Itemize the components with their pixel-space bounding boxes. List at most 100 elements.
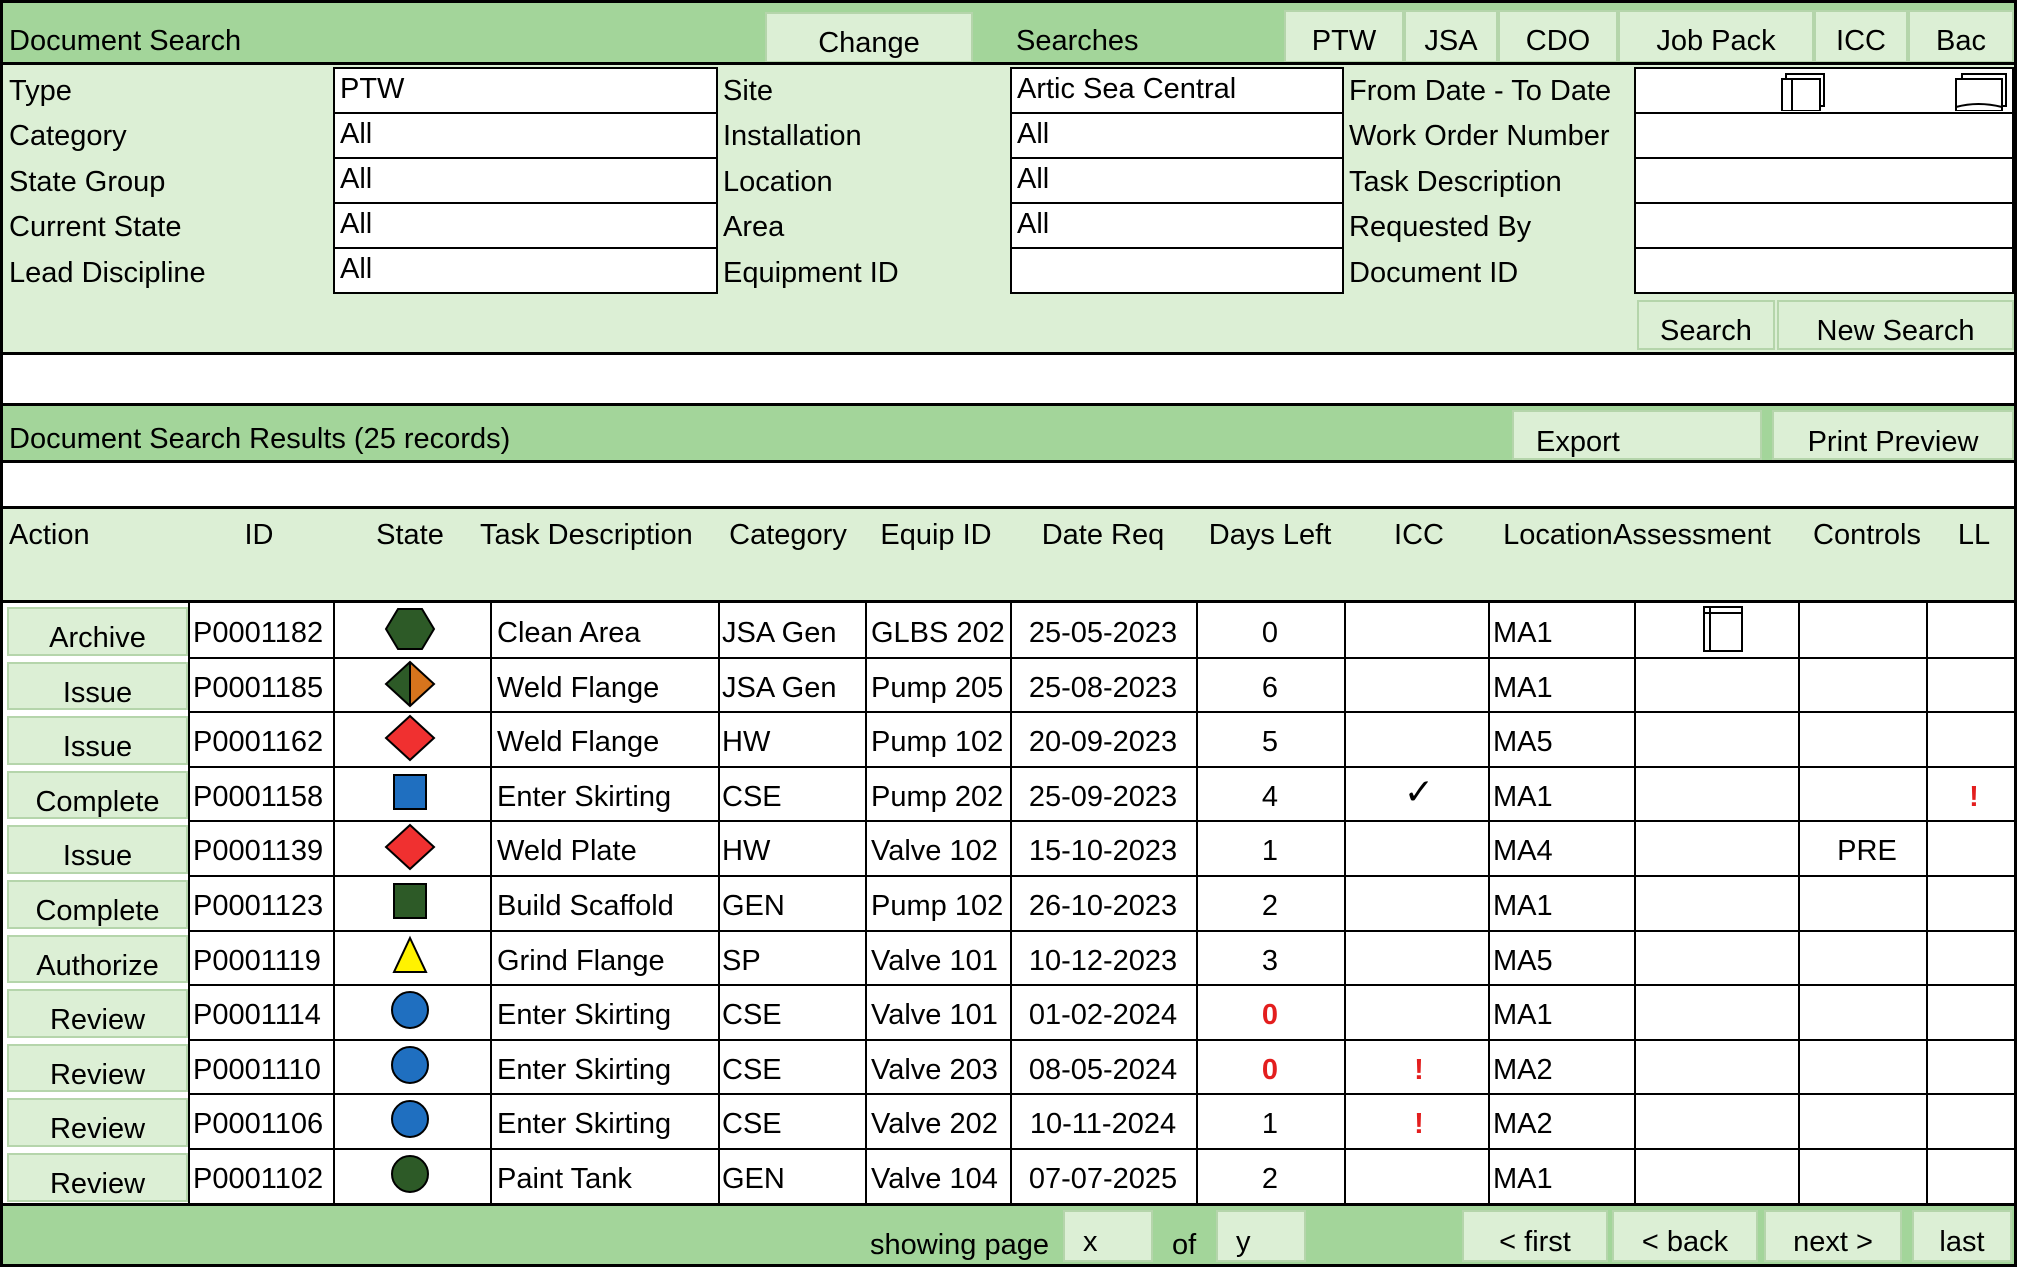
cell-location: MA1 <box>1493 1163 1553 1195</box>
action-button[interactable]: Archive <box>7 607 188 656</box>
table-row[interactable]: Archive P0001182 Clean Area JSA Gen GLBS 202… <box>0 603 2017 660</box>
table-row[interactable]: Complete P0001158 Enter Skirting CSE Pump 20… <box>0 766 2017 823</box>
tab-ptw[interactable]: PTW <box>1284 10 1404 63</box>
to-date-calendar-icon[interactable] <box>1954 71 2010 111</box>
table-row[interactable]: Review P0001114 Enter Skirting CSE Valve 101… <box>0 985 2017 1041</box>
action-button[interactable]: Issue <box>7 716 188 765</box>
cell-equip-id: Valve 202 <box>871 1108 998 1141</box>
column-header-assessment[interactable]: Assessment <box>1592 519 1792 552</box>
tab-job-pack[interactable]: Job Pack <box>1618 10 1814 63</box>
tab-cdo[interactable]: CDO <box>1498 10 1618 63</box>
search-button[interactable]: Search <box>1637 300 1775 350</box>
table-row[interactable]: Issue P0001139 Weld Plate HW Valve 102 15-10-… <box>0 821 2017 877</box>
column-divider <box>1634 985 1636 1040</box>
cell-date-req: 15-10-2023 <box>1028 835 1178 868</box>
action-button[interactable]: Review <box>7 1098 188 1147</box>
column-header-action[interactable]: Action <box>9 519 90 552</box>
column-divider <box>333 1149 335 1204</box>
column-header-ll[interactable]: LL <box>1874 519 2017 552</box>
change-button[interactable]: Change <box>765 12 973 63</box>
column-divider <box>1488 930 1490 986</box>
action-button[interactable]: Complete <box>7 880 188 929</box>
back-page-button[interactable]: < back <box>1612 1210 1758 1262</box>
column-divider <box>865 766 867 822</box>
table-row[interactable]: Issue P0001185 Weld Flange JSA Gen Pump 205 2… <box>0 657 2017 714</box>
cell-category: CSE <box>722 1108 782 1141</box>
state-group-field[interactable]: All <box>333 157 718 204</box>
action-button[interactable]: Review <box>7 989 188 1038</box>
current-state-field[interactable]: All <box>333 202 718 249</box>
column-divider <box>1798 603 1800 658</box>
location-field[interactable]: All <box>1010 157 1344 204</box>
print-preview-button[interactable]: Print Preview <box>1772 410 2014 460</box>
column-divider <box>188 657 190 713</box>
cell-location: MA1 <box>1493 617 1553 649</box>
tab-back[interactable]: Bac <box>1908 10 2014 63</box>
next-page-button[interactable]: next > <box>1764 1210 1902 1262</box>
table-row[interactable]: Review P0001106 Enter Skirting CSE Valve 202… <box>0 1094 2017 1150</box>
table-row[interactable]: Complete P0001123 Build Scaffold GEN Pump 10… <box>0 876 2017 932</box>
page-current-field[interactable]: x <box>1063 1210 1153 1262</box>
installation-field[interactable]: All <box>1010 112 1344 159</box>
state-triangle-icon <box>380 932 440 987</box>
cell-task-description: Clean Area <box>497 617 641 649</box>
cell-task-description: Weld Plate <box>497 835 637 868</box>
column-divider <box>188 930 190 986</box>
requested-by-field[interactable] <box>1634 202 2014 249</box>
site-field[interactable]: Artic Sea Central <box>1010 67 1344 114</box>
searches-label: Searches <box>1016 25 1139 57</box>
column-divider <box>490 766 492 822</box>
column-divider <box>333 1094 335 1149</box>
column-divider <box>865 1094 867 1149</box>
column-divider <box>718 876 720 931</box>
column-divider <box>1634 876 1636 931</box>
lead-discipline-label: Lead Discipline <box>9 257 206 289</box>
category-field[interactable]: All <box>333 112 718 159</box>
cell-id: P0001123 <box>193 890 324 922</box>
work-order-field[interactable] <box>1634 112 2014 159</box>
tab-icc[interactable]: ICC <box>1814 10 1908 63</box>
column-divider <box>490 930 492 986</box>
export-button[interactable]: Export <box>1512 410 1762 460</box>
action-button[interactable]: Review <box>7 1153 188 1202</box>
equipment-id-field[interactable] <box>1010 247 1344 294</box>
cell-location: MA4 <box>1493 835 1553 868</box>
column-divider <box>865 603 867 658</box>
cell-equip-id: Pump 202 <box>871 780 1004 813</box>
tab-jsa[interactable]: JSA <box>1404 10 1498 63</box>
column-divider <box>718 712 720 767</box>
column-divider <box>1926 876 1928 931</box>
column-divider <box>1010 603 1012 658</box>
table-row[interactable]: Issue P0001162 Weld Flange HW Pump 102 20-09-… <box>0 712 2017 768</box>
date-range-field[interactable] <box>1634 67 2014 114</box>
assessment-document-icon[interactable] <box>1700 603 1746 660</box>
first-page-button[interactable]: < first <box>1462 1210 1608 1262</box>
spacer-strip <box>3 463 2014 506</box>
cell-days-left: 6 <box>1261 671 1279 704</box>
column-divider <box>1798 657 1800 713</box>
document-id-field[interactable] <box>1634 247 2014 294</box>
state-circle-icon <box>380 1041 440 1096</box>
action-button[interactable]: Issue <box>7 661 188 711</box>
cell-id: P0001119 <box>193 944 321 977</box>
action-button[interactable]: Review <box>7 1043 188 1093</box>
column-divider <box>1488 712 1490 767</box>
action-button[interactable]: Issue <box>7 825 188 874</box>
task-description-field[interactable] <box>1634 157 2014 204</box>
installation-label: Installation <box>723 120 862 152</box>
area-field[interactable]: All <box>1010 202 1344 249</box>
cell-location: MA1 <box>1493 671 1553 704</box>
column-divider <box>1926 603 1928 658</box>
lead-discipline-field[interactable]: All <box>333 247 718 294</box>
table-row[interactable]: Authorize P0001119 Grind Flange SP Valve 101… <box>0 930 2017 987</box>
action-button[interactable]: Complete <box>7 770 188 820</box>
table-row[interactable]: Review P0001110 Enter Skirting CSE Valve 203… <box>0 1039 2017 1096</box>
column-header-task-description[interactable]: Task Description <box>480 519 693 552</box>
table-row[interactable]: Review P0001102 Paint Tank GEN Valve 104 07-0… <box>0 1149 2017 1205</box>
column-divider <box>718 1149 720 1204</box>
last-page-button[interactable]: last <box>1912 1210 2012 1262</box>
from-date-calendar-icon[interactable] <box>1780 71 1832 111</box>
type-field[interactable]: PTW <box>333 67 718 114</box>
action-button[interactable]: Authorize <box>7 934 188 984</box>
new-search-button[interactable]: New Search <box>1777 300 2014 350</box>
